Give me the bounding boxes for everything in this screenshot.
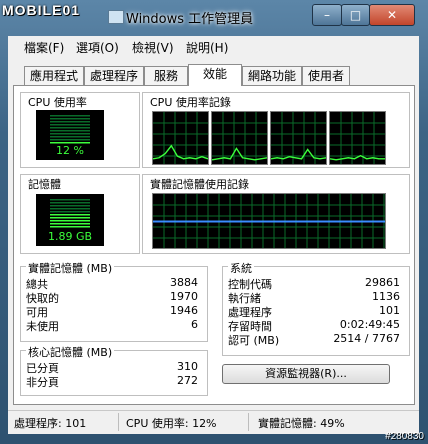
cpu-history-line bbox=[211, 147, 268, 161]
phys-row-free-value: 6 bbox=[191, 318, 198, 331]
window-title: Windows 工作管理員 bbox=[126, 12, 254, 27]
minimize-button[interactable]: – bbox=[312, 4, 342, 26]
sys-row-threads-value: 1136 bbox=[372, 290, 400, 303]
menu-view[interactable]: 檢視(V) bbox=[132, 39, 174, 56]
meter-segment bbox=[50, 130, 90, 132]
kernel-row-nonpaged-label: 非分頁 bbox=[26, 376, 59, 389]
performance-panel: CPU 使用率 12 % CPU 使用率記錄 記憶體 1.89 GB 實體記憶體… bbox=[13, 85, 415, 405]
tab-applications[interactable]: 應用程式 bbox=[24, 66, 84, 85]
meter-segment bbox=[50, 226, 90, 228]
memory-value: 1.89 GB bbox=[47, 230, 93, 243]
cpu-history-label: CPU 使用率記錄 bbox=[148, 94, 233, 110]
kernel-row-nonpaged-value: 272 bbox=[177, 374, 198, 387]
meter-segment bbox=[50, 133, 90, 135]
memory-history-graph bbox=[152, 193, 386, 249]
close-button[interactable]: ✕ bbox=[369, 4, 415, 26]
menu-options[interactable]: 選項(O) bbox=[76, 39, 119, 56]
cpu-usage-meter: 12 % bbox=[36, 110, 104, 160]
status-memory: 實體記憶體: 49% bbox=[258, 417, 345, 430]
meter-segment bbox=[50, 115, 90, 117]
meter-segment bbox=[50, 124, 90, 126]
cpu-usage-label: CPU 使用率 bbox=[26, 94, 89, 110]
status-separator bbox=[118, 413, 119, 431]
tab-networking[interactable]: 網路功能 bbox=[242, 66, 302, 85]
phys-row-free-label: 未使用 bbox=[26, 320, 59, 333]
maximize-icon: □ bbox=[349, 8, 362, 22]
corner-id: #280830 bbox=[385, 431, 424, 442]
meter-segment bbox=[50, 214, 90, 216]
meter-segment bbox=[50, 205, 90, 207]
menu-bar: 檔案(F) 選項(O) 檢視(V) 說明(H) bbox=[8, 36, 419, 56]
title-bar[interactable]: MOBILE01 Windows 工作管理員 – □ ✕ bbox=[0, 0, 428, 36]
close-icon: ✕ bbox=[386, 8, 398, 22]
meter-segment bbox=[50, 223, 90, 225]
sys-row-handles-value: 29861 bbox=[365, 276, 400, 289]
cpu-core-graph-4 bbox=[329, 111, 386, 165]
maximize-button[interactable]: □ bbox=[341, 4, 370, 26]
cpu-history-line bbox=[270, 148, 327, 160]
meter-segment bbox=[50, 208, 90, 210]
memory-label: 記憶體 bbox=[26, 176, 63, 192]
phys-row-available-value: 1946 bbox=[170, 304, 198, 317]
cpu-core-graph-1 bbox=[152, 111, 209, 165]
client-area: 檔案(F) 選項(O) 檢視(V) 說明(H) 應用程式 處理程序 服務 效能 … bbox=[8, 36, 419, 434]
status-separator bbox=[248, 413, 249, 431]
meter-bars bbox=[50, 115, 90, 144]
physical-memory-title: 實體記憶體 (MB) bbox=[26, 260, 115, 276]
meter-segment bbox=[50, 217, 90, 219]
tab-users[interactable]: 使用者 bbox=[302, 66, 350, 85]
cpu-usage-value: 12 % bbox=[56, 144, 84, 157]
menu-file[interactable]: 檔案(F) bbox=[24, 39, 64, 56]
system-title: 系統 bbox=[228, 260, 254, 276]
meter-segment bbox=[50, 202, 90, 204]
sys-row-processes-value: 101 bbox=[379, 304, 400, 317]
minimize-icon: – bbox=[324, 8, 330, 22]
sys-row-commit-value: 2514 / 7767 bbox=[333, 332, 400, 345]
status-bar: 處理程序: 101 CPU 使用率: 12% 實體記憶體: 49% bbox=[8, 410, 419, 433]
phys-row-total-value: 3884 bbox=[170, 276, 198, 289]
tab-services[interactable]: 服務 bbox=[144, 66, 188, 85]
meter-segment bbox=[50, 136, 90, 138]
status-cpu: CPU 使用率: 12% bbox=[126, 417, 217, 430]
sys-row-uptime-value: 0:02:49:45 bbox=[339, 318, 400, 331]
cpu-core-graph-3 bbox=[270, 111, 327, 165]
sys-row-commit-label: 認可 (MB) bbox=[228, 334, 280, 347]
meter-segment bbox=[50, 118, 90, 120]
meter-segment bbox=[50, 199, 90, 201]
task-manager-window: MOBILE01 Windows 工作管理員 – □ ✕ 檔案(F) 選項(O)… bbox=[0, 0, 428, 444]
meter-segment bbox=[50, 142, 90, 144]
tab-performance[interactable]: 效能 bbox=[188, 64, 242, 86]
meter-segment bbox=[50, 220, 90, 222]
phys-row-cached-value: 1970 bbox=[170, 290, 198, 303]
watermark-logo: MOBILE01 bbox=[2, 2, 81, 18]
status-processes: 處理程序: 101 bbox=[14, 417, 87, 430]
meter-bars bbox=[50, 199, 90, 228]
memory-history-label: 實體記憶體使用記錄 bbox=[148, 176, 251, 192]
kernel-memory-title: 核心記憶體 (MB) bbox=[26, 344, 115, 360]
resource-monitor-button[interactable]: 資源監視器(R)... bbox=[222, 364, 390, 384]
meter-segment bbox=[50, 211, 90, 213]
meter-segment bbox=[50, 127, 90, 129]
tab-strip: 應用程式 處理程序 服務 效能 網路功能 使用者 bbox=[8, 64, 419, 86]
tab-processes[interactable]: 處理程序 bbox=[84, 66, 144, 85]
meter-segment bbox=[50, 139, 90, 141]
meter-segment bbox=[50, 121, 90, 123]
cpu-core-graph-2 bbox=[211, 111, 268, 165]
task-manager-app-icon bbox=[108, 10, 124, 24]
memory-meter: 1.89 GB bbox=[36, 194, 104, 246]
kernel-row-paged-value: 310 bbox=[177, 360, 198, 373]
cpu-history-line bbox=[152, 144, 209, 160]
menu-help[interactable]: 說明(H) bbox=[186, 39, 228, 56]
